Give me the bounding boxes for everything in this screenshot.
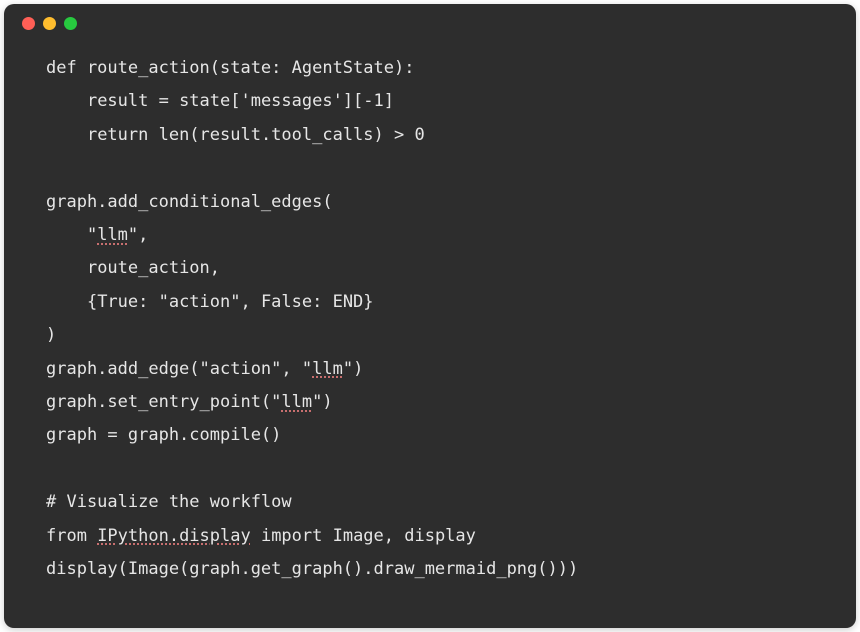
- spellcheck-underline: llm: [281, 392, 312, 412]
- code-line: graph.add_conditional_edges(: [46, 192, 333, 212]
- code-text: graph.set_entry_point(": [46, 392, 281, 412]
- code-line: result = state['messages'][-1]: [87, 91, 394, 111]
- code-editor[interactable]: def route_action(state: AgentState): res…: [4, 42, 856, 607]
- code-indent: [46, 225, 87, 245]
- window-titlebar: [4, 4, 856, 42]
- minimize-icon[interactable]: [43, 17, 56, 30]
- code-text: graph.add_edge("action", ": [46, 359, 312, 379]
- code-line: ): [46, 325, 56, 345]
- code-line: # Visualize the workflow: [46, 492, 292, 512]
- code-line: display(Image(graph.get_graph().draw_mer…: [46, 559, 578, 579]
- spellcheck-underline: llm: [97, 225, 128, 245]
- code-indent: [46, 91, 87, 111]
- spellcheck-underline: llm: [312, 359, 343, 379]
- code-text: ",: [128, 225, 148, 245]
- close-icon[interactable]: [22, 17, 35, 30]
- code-text: "): [312, 392, 332, 412]
- code-text: import Image, display: [251, 526, 476, 546]
- maximize-icon[interactable]: [64, 17, 77, 30]
- spellcheck-underline: IPython.display: [97, 526, 251, 546]
- code-text: ": [87, 225, 97, 245]
- code-line: {True: "action", False: END}: [87, 292, 374, 312]
- code-line: graph = graph.compile(): [46, 425, 281, 445]
- code-indent: [46, 258, 87, 278]
- code-window: def route_action(state: AgentState): res…: [4, 4, 856, 628]
- code-line: return len(result.tool_calls) > 0: [87, 125, 425, 145]
- code-line: route_action,: [87, 258, 220, 278]
- code-indent: [46, 292, 87, 312]
- code-indent: [46, 125, 87, 145]
- code-text: from: [46, 526, 97, 546]
- code-line: def route_action(state: AgentState):: [46, 58, 414, 78]
- code-text: "): [343, 359, 363, 379]
